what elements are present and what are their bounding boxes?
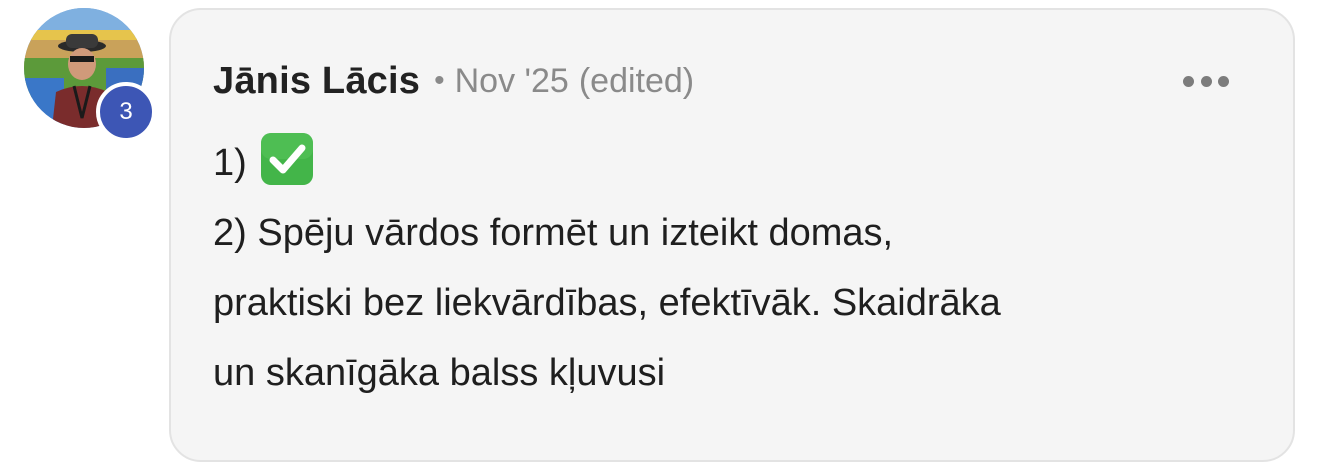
more-dot-icon (1200, 75, 1212, 87)
comment-body: 1) 2) Spēju vārdos formēt un izteikt dom… (213, 128, 1233, 408)
check-mark-button-icon (259, 131, 315, 187)
comment-line: 2) Spēju vārdos formēt un izteikt domas, (213, 212, 894, 254)
avatar-badge: 3 (96, 82, 156, 142)
more-dot-icon (1218, 75, 1229, 87)
comment-line: un skanīgāka balss kļuvusi (213, 352, 666, 394)
comment-header: Jānis Lācis • Nov '25 (edited) (213, 56, 694, 106)
more-options-button[interactable] (1183, 68, 1229, 94)
comment-row: 3 Jānis Lācis • Nov '25 (edited) 1) 2) S… (0, 0, 1320, 475)
comment-line: 1) (213, 128, 1233, 198)
comment-line: praktiski bez liekvārdības, efektīvāk. S… (213, 282, 1001, 324)
comment-line-text: 1) (213, 142, 247, 184)
comment-bubble: Jānis Lācis • Nov '25 (edited) 1) 2) Spē… (169, 8, 1295, 462)
more-dot-icon (1183, 75, 1194, 87)
author-name[interactable]: Jānis Lācis (213, 60, 420, 103)
comment-date[interactable]: Nov '25 (455, 62, 569, 101)
edited-label[interactable]: (edited) (579, 62, 694, 101)
meta-separator: • (434, 64, 445, 97)
